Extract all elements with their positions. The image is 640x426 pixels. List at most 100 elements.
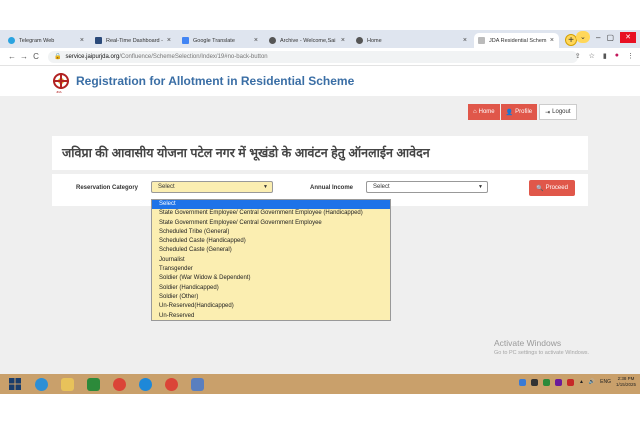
profile-button[interactable]: 👤 Profile (500, 104, 538, 120)
tab-label: Telegram Web (19, 37, 55, 44)
dropdown-option[interactable]: Un-Reserved (152, 312, 390, 321)
dropdown-option[interactable]: Select (152, 200, 390, 210)
start-button[interactable] (4, 376, 26, 392)
menu-icon[interactable]: ⋮ (627, 52, 634, 60)
url-domain: service.jaipurjda.org (65, 53, 120, 60)
user-icon: 👤 (505, 109, 514, 116)
system-tray: ▲ 🔊 ENG 2:38 PM 1/15/2025 (518, 376, 636, 388)
reload-button[interactable]: C (30, 52, 42, 61)
tab-close-icon[interactable]: × (341, 37, 345, 44)
activate-windows-subtitle: Go to PC settings to activate Windows. (494, 350, 590, 356)
tab-google-translate[interactable]: Google Translate × (178, 33, 263, 48)
chrome-2-taskbar-icon[interactable] (160, 376, 182, 392)
reservation-category-value: Select (158, 184, 175, 190)
dropdown-option[interactable]: Un-Reserved(Handicapped) (152, 302, 390, 311)
tab-dashboard[interactable]: Real-Time Dashboard - × (91, 33, 176, 48)
share-icon[interactable]: ⇪ (575, 52, 581, 60)
activate-windows-title: Activate Windows (494, 338, 562, 348)
logout-label: Logout (552, 109, 571, 115)
dropdown-option[interactable]: Soldier (Other) (152, 293, 390, 302)
minimize-button[interactable]: – (596, 33, 600, 42)
dropdown-option[interactable]: Journalist (152, 256, 390, 265)
telegram-icon (8, 37, 15, 44)
annual-income-value: Select (373, 184, 390, 190)
window-controls: ⌄ – ▢ ✕ (575, 31, 636, 43)
home-label: Home (478, 109, 495, 115)
url-input[interactable]: 🔒 service.jaipurjda.org /Confluence/Sche… (48, 50, 578, 63)
maximize-button[interactable]: ▢ (606, 33, 614, 42)
tab-label: Real-Time Dashboard - (106, 37, 163, 44)
tab-close-icon[interactable]: × (550, 37, 554, 44)
sidebar-icon[interactable]: ▮ (603, 52, 607, 60)
volume-icon[interactable]: 🔊 (589, 379, 595, 385)
dropdown-option[interactable]: Scheduled Caste (General) (152, 246, 390, 255)
url-path: /Confluence/SchemeSelection/Index/19#no-… (119, 53, 268, 60)
annual-income-label: Annual Income (310, 185, 354, 191)
tab-jda-residential[interactable]: JDA Residential Schem × (474, 33, 559, 48)
dropdown-option[interactable]: Soldier (War Widow & Dependent) (152, 274, 390, 283)
chevron-down-icon: ▼ (478, 184, 483, 190)
dropdown-option[interactable]: Scheduled Tribe (General) (152, 228, 390, 237)
clock-date: 1/15/2025 (615, 382, 636, 387)
dropdown-option[interactable]: Scheduled Caste (Handicapped) (152, 237, 390, 246)
tab-label: Archive - Welcome,Sai (280, 37, 336, 44)
network-icon[interactable]: ▲ (579, 379, 584, 385)
tray-app-icon[interactable] (530, 378, 538, 386)
proceed-button[interactable]: 🔍 Proceed (529, 180, 575, 196)
star-icon[interactable]: ☆ (589, 52, 595, 60)
logout-button[interactable]: ⇥ Logout (539, 104, 577, 120)
site-header: JDA Registration for Allotment in Reside… (0, 66, 640, 96)
reservation-category-select[interactable]: Select ▼ (151, 181, 273, 193)
lock-icon: 🔒 (54, 54, 62, 60)
tab-archive[interactable]: Archive - Welcome,Sai × (265, 33, 350, 48)
clock[interactable]: 2:38 PM 1/15/2025 (616, 376, 636, 388)
reservation-category-dropdown: Select State Government Employee/ Centra… (151, 199, 391, 321)
heading-card: जविप्रा की आवासीय योजना पटेल नगर में भूख… (52, 136, 588, 170)
tray-app-icon[interactable] (542, 378, 550, 386)
tab-label: Google Translate (193, 37, 235, 44)
annual-income-select[interactable]: Select ▼ (366, 181, 488, 193)
tray-app-icon[interactable] (566, 378, 574, 386)
tray-app-icon[interactable] (518, 378, 526, 386)
explorer-taskbar-icon[interactable] (56, 376, 78, 392)
logo-caption: JDA (56, 90, 62, 94)
tab-home[interactable]: Home × (352, 33, 472, 48)
dropdown-option[interactable]: State Government Employee/ Central Gover… (152, 219, 390, 228)
tab-close-icon[interactable]: × (80, 37, 84, 44)
close-window-button[interactable]: ✕ (620, 31, 636, 43)
green-app-taskbar-icon[interactable] (82, 376, 104, 392)
user-nav: ⌂ Home 👤 Profile ⇥ Logout (468, 104, 577, 120)
windows-logo-icon (9, 378, 21, 390)
tab-telegram[interactable]: Telegram Web × (4, 33, 89, 48)
search-icon: 🔍 (536, 185, 544, 192)
tab-close-icon[interactable]: × (167, 37, 171, 44)
address-bar-icons: ⇪ ☆ ▮ ● ⋮ (575, 52, 634, 60)
document-icon (478, 37, 485, 44)
profile-icon[interactable]: ● (615, 52, 619, 60)
tab-close-icon[interactable]: × (463, 37, 467, 44)
back-button[interactable]: ← (6, 52, 18, 61)
proceed-label: Proceed (545, 185, 568, 191)
tab-search-button[interactable]: ⌄ (575, 31, 590, 43)
screen-top-margin (0, 0, 640, 30)
screen-bottom-margin (0, 394, 640, 426)
ie-taskbar-icon[interactable] (30, 376, 52, 392)
dropdown-option[interactable]: Soldier (Handicapped) (152, 284, 390, 293)
forward-button[interactable]: → (18, 52, 30, 61)
home-button[interactable]: ⌂ Home (468, 104, 500, 120)
reservation-category-label: Reservation Category (76, 185, 139, 191)
paint-taskbar-icon[interactable] (186, 376, 208, 392)
home-icon: ⌂ (473, 109, 477, 115)
globe-icon (356, 37, 363, 44)
dashboard-icon (95, 37, 102, 44)
chrome-taskbar-icon[interactable] (108, 376, 130, 392)
chevron-down-icon: ▼ (263, 184, 268, 190)
jda-logo-icon (53, 73, 69, 89)
language-indicator[interactable]: ENG (600, 379, 611, 385)
address-bar-row: ← → C 🔒 service.jaipurjda.org /Confluenc… (0, 48, 640, 66)
tray-app-icon[interactable] (554, 378, 562, 386)
dropdown-option[interactable]: State Government Employee/ Central Gover… (152, 209, 390, 218)
tab-close-icon[interactable]: × (254, 37, 258, 44)
edge-taskbar-icon[interactable] (134, 376, 156, 392)
dropdown-option[interactable]: Transgender (152, 265, 390, 274)
